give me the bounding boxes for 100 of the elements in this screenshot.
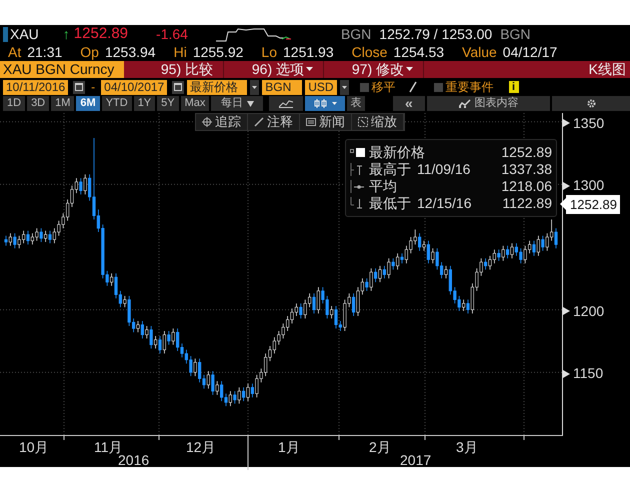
period-button[interactable]: 1M [51, 96, 74, 111]
axis-label: 1200 [573, 302, 604, 321]
source-label: BGN [500, 25, 531, 44]
quote-value: 1255.92 [192, 43, 244, 62]
direction-arrow: ↑ [62, 25, 70, 44]
quote-label: At [8, 43, 22, 62]
calendar-icon [75, 83, 84, 91]
toggle-label: 移平 [372, 79, 396, 96]
ticker: XAU [10, 25, 39, 44]
year-label: 2016 [118, 452, 150, 468]
info-button[interactable]: i [508, 81, 519, 93]
quote-value: 21:31 [27, 43, 62, 62]
month-label: 11月 [94, 438, 123, 455]
currency-field[interactable]: USD [305, 80, 337, 94]
chart-icon [458, 99, 471, 108]
period-button[interactable]: 1D [3, 96, 26, 111]
menu-button[interactable]: 96) 选项 [224, 61, 324, 78]
menu-button[interactable]: 97) 修改 [324, 61, 424, 78]
frequency-dropdown[interactable]: 每日 [211, 96, 264, 111]
average-marker-icon [350, 180, 366, 193]
quote-label: Hi [174, 43, 187, 62]
caret-icon [406, 67, 413, 72]
period-button[interactable]: 3D [27, 96, 50, 111]
quote-label: Lo [261, 43, 277, 62]
chart-style-button[interactable] [269, 96, 304, 111]
start-date-field[interactable]: 10/11/2016 [3, 80, 68, 94]
legend-label: 最低于 [369, 194, 411, 213]
security-field[interactable]: XAU BGN Curncy [0, 61, 124, 78]
caret-icon [332, 102, 337, 105]
axis-label: 1150 [573, 364, 604, 384]
period-button[interactable]: YTD [102, 96, 132, 111]
caret-icon [252, 86, 258, 88]
table-button[interactable]: 表 [347, 96, 365, 111]
quote-label: Op [80, 43, 99, 62]
checkbox[interactable] [434, 82, 443, 92]
caret-icon [342, 86, 347, 88]
candlestick-icon [314, 99, 328, 108]
quote-label: Value [462, 43, 497, 62]
tool-button[interactable]: 注释 [248, 114, 300, 130]
bid-ask: 1252.79 / 1253.00 [379, 25, 492, 44]
settings-button[interactable] [552, 96, 630, 111]
toggle-label: 重要事件 [446, 79, 494, 96]
date-separator: - [91, 79, 96, 96]
quote-value: 1253.94 [104, 43, 156, 62]
menu-button[interactable]: 95) 比较 [124, 61, 224, 78]
pencil-icon [254, 117, 264, 127]
quote-value: 04/12/17 [502, 43, 558, 62]
pencil-icon[interactable] [408, 81, 417, 93]
price-pointer-icon [560, 198, 566, 210]
chart-style-button[interactable] [305, 96, 345, 111]
chart-contents-button[interactable]: 图表内容 [426, 96, 550, 111]
year-label: 2017 [400, 452, 432, 468]
zoom-icon [358, 117, 368, 127]
ticker-marker [3, 27, 8, 42]
source-field[interactable]: BGN [262, 80, 302, 94]
quote-label: Close [352, 43, 388, 62]
axis-label: 1300 [573, 176, 604, 196]
month-label: 3月 [456, 438, 478, 457]
source-label: BGN [340, 25, 372, 44]
legend-date: 12/15/16 [417, 194, 472, 213]
legend-label: 平均 [369, 177, 397, 196]
period-button[interactable]: 6M [76, 96, 100, 111]
collapse-button[interactable]: « [392, 96, 425, 111]
tool-button[interactable]: 缩放 [352, 114, 404, 130]
caret-icon [246, 100, 254, 106]
news-icon [306, 117, 316, 127]
legend-square-icon [350, 146, 366, 159]
dropdown-button[interactable] [340, 80, 349, 94]
crosshair-icon [202, 117, 212, 127]
month-label: 10月 [19, 438, 49, 457]
field-dropdown[interactable]: 最新价格 [187, 80, 248, 94]
quote-value: 1254.53 [393, 43, 444, 62]
period-button[interactable]: Max [180, 96, 210, 111]
legend-date: 11/09/16 [417, 160, 470, 179]
dropdown-button[interactable] [250, 80, 260, 94]
month-label: 2月 [369, 438, 391, 457]
last-price: 1252.89 [74, 24, 128, 44]
period-button[interactable]: 5Y [157, 96, 179, 111]
legend-value: 1252.89 [501, 143, 552, 162]
tool-button[interactable]: 新闻 [300, 114, 352, 130]
legend-value: 1218.06 [501, 177, 552, 196]
quote-value: 1251.93 [283, 43, 334, 62]
settings-icon [586, 99, 596, 108]
legend-value: 1337.38 [501, 160, 552, 179]
price-change: -1.64 [156, 25, 188, 44]
calendar-button[interactable] [172, 80, 184, 94]
caret-icon [306, 67, 313, 72]
line-chart-icon [279, 99, 294, 108]
chart-type-label: K线图 [588, 60, 627, 79]
legend-value: 1122.89 [502, 194, 552, 213]
end-date-field[interactable]: 04/10/2017 [101, 80, 168, 94]
period-button[interactable]: 1Y [134, 96, 156, 111]
legend-label: 最高于 [369, 160, 411, 179]
checkbox[interactable] [360, 82, 369, 92]
calendar-icon [174, 83, 182, 91]
calendar-button[interactable] [73, 80, 86, 94]
legend-label: 最新价格 [369, 143, 425, 162]
month-label: 12月 [186, 438, 216, 457]
tool-button[interactable]: 追踪 [196, 114, 248, 130]
axis-label: 1350 [573, 114, 604, 133]
